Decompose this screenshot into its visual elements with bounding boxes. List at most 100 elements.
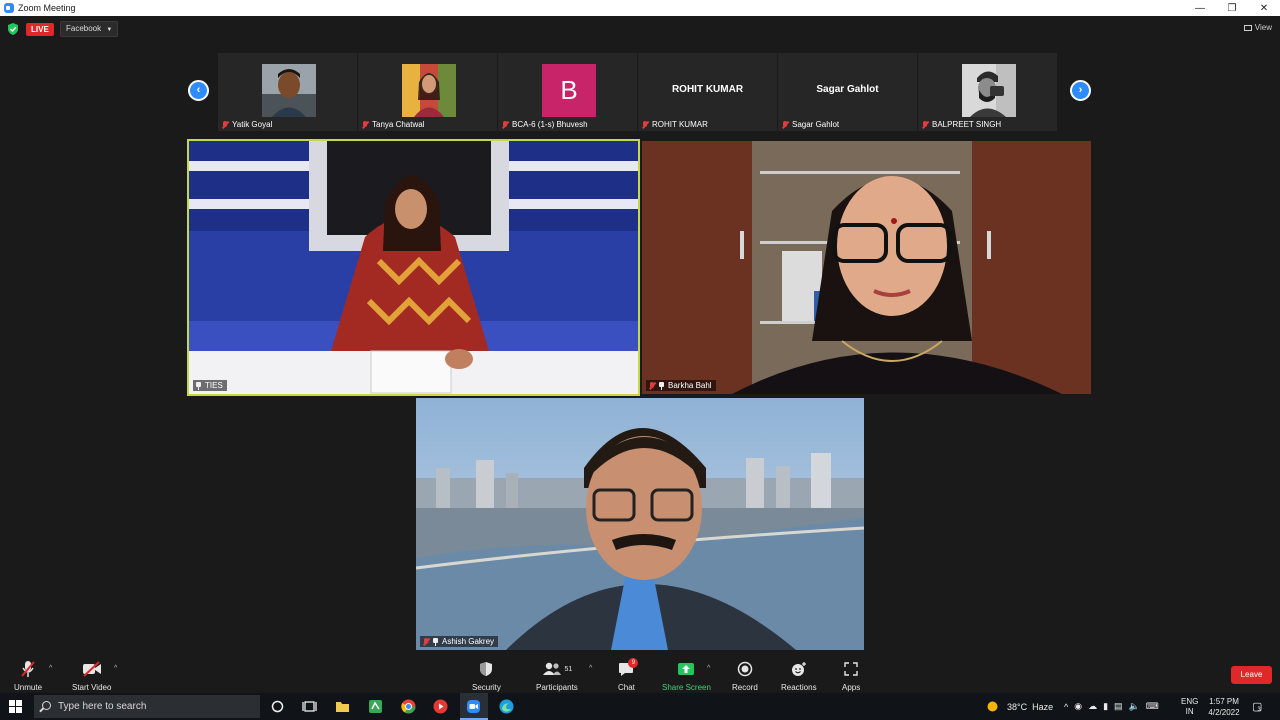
view-grid-icon bbox=[1243, 25, 1252, 31]
chevron-up-icon[interactable]: ^ bbox=[1064, 702, 1068, 712]
video-tile[interactable]: Barkha Bahl bbox=[642, 141, 1091, 394]
weather-text: 38°C Haze bbox=[1007, 701, 1054, 712]
participant-initial-avatar: B bbox=[542, 64, 596, 117]
power-icon[interactable]: ▮ bbox=[1103, 701, 1108, 712]
zoom-taskbar-active[interactable] bbox=[460, 693, 488, 720]
start-video-button[interactable]: Start Video bbox=[72, 659, 111, 692]
window-title: Zoom Meeting bbox=[18, 3, 76, 13]
language-indicator[interactable]: ENG IN bbox=[1181, 693, 1198, 720]
pin-icon bbox=[433, 637, 438, 646]
task-view-icon[interactable] bbox=[302, 699, 317, 714]
emoji-plus-icon bbox=[790, 659, 808, 679]
edge-icon[interactable] bbox=[499, 699, 514, 714]
shield-icon bbox=[479, 659, 493, 679]
participants-options-caret[interactable]: ^ bbox=[589, 665, 592, 672]
keyboard-icon[interactable]: ⌨ bbox=[1146, 701, 1159, 712]
strip-next-arrow[interactable]: › bbox=[1070, 80, 1091, 101]
windows-start-icon[interactable] bbox=[9, 700, 22, 713]
meet-now-icon[interactable]: ◉ bbox=[1074, 701, 1082, 712]
restore-icon[interactable]: ❐ bbox=[1216, 0, 1248, 16]
record-button[interactable]: Record bbox=[732, 659, 758, 692]
video-feed bbox=[189, 141, 638, 394]
participant-display-name: Sagar Gahlot bbox=[816, 84, 879, 95]
haze-sun-icon bbox=[987, 701, 998, 712]
clock[interactable]: 1:57 PM 4/2/2022 bbox=[1206, 693, 1242, 720]
close-icon[interactable]: ✕ bbox=[1248, 0, 1280, 16]
minimize-icon[interactable]: — bbox=[1184, 0, 1216, 16]
video-options-caret[interactable]: ^ bbox=[114, 665, 117, 672]
livestream-target-dropdown[interactable]: Facebook ▼ bbox=[60, 21, 119, 37]
meeting-toolbar: Unmute ^ Start Video ^ Security 51 Parti… bbox=[0, 655, 1280, 693]
onedrive-cloud-icon[interactable]: ☁ bbox=[1088, 701, 1097, 712]
video-tile[interactable]: Ashish Gakrey bbox=[416, 398, 864, 650]
participant-thumb[interactable]: Yatik Goyal bbox=[218, 53, 357, 131]
live-badge[interactable]: LIVE bbox=[26, 23, 54, 36]
unmute-button[interactable]: Unmute bbox=[14, 659, 42, 692]
clock-time: 1:57 PM bbox=[1209, 696, 1239, 706]
meeting-topbar: LIVE Facebook ▼ View bbox=[0, 16, 1280, 42]
participant-display-name: ROHIT KUMAR bbox=[671, 84, 744, 95]
security-button[interactable]: Security bbox=[472, 659, 501, 692]
participant-thumb[interactable]: BALPREET SINGH bbox=[918, 53, 1057, 131]
os-taskbar: Type here to search 38°C Haze ^ ◉ ☁ ▮ ▤ … bbox=[0, 693, 1280, 720]
taskbar-search-input[interactable]: Type here to search bbox=[34, 695, 260, 718]
apps-button[interactable]: Apps bbox=[842, 659, 860, 692]
participant-thumb[interactable]: ROHIT KUMAR ROHIT KUMAR bbox=[638, 53, 777, 131]
participant-name-label: Tanya Chatwal bbox=[362, 120, 424, 129]
notification-count: 3 bbox=[1257, 706, 1261, 713]
participant-name-label: BALPREET SINGH bbox=[922, 120, 1001, 129]
participant-name-label: ROHIT KUMAR bbox=[642, 120, 708, 129]
chat-button[interactable]: 9 Chat bbox=[618, 658, 639, 692]
share-screen-icon bbox=[677, 659, 695, 679]
view-button[interactable]: View bbox=[1243, 23, 1272, 32]
zoom-app-icon bbox=[467, 700, 480, 713]
app-green-icon[interactable] bbox=[368, 699, 383, 714]
search-icon bbox=[42, 701, 51, 710]
video-tile-name-label: Barkha Bahl bbox=[646, 380, 716, 391]
participant-thumb[interactable]: Sagar Gahlot Sagar Gahlot bbox=[778, 53, 917, 131]
livestream-target-label: Facebook bbox=[66, 24, 102, 33]
participant-name-label: Yatik Goyal bbox=[222, 120, 272, 129]
mic-muted-icon bbox=[649, 381, 655, 390]
chat-unread-badge: 9 bbox=[628, 658, 639, 668]
participant-thumb[interactable]: Tanya Chatwal bbox=[358, 53, 497, 131]
mic-muted-icon bbox=[222, 120, 228, 129]
mic-muted-icon bbox=[922, 120, 928, 129]
leave-button[interactable]: Leave bbox=[1231, 666, 1272, 684]
zoom-logo-icon bbox=[4, 3, 14, 13]
video-feed bbox=[642, 141, 1091, 394]
record-icon bbox=[737, 659, 753, 679]
participant-name-label: Sagar Gahlot bbox=[782, 120, 839, 129]
reactions-button[interactable]: Reactions bbox=[781, 659, 817, 692]
file-explorer-icon[interactable] bbox=[335, 699, 350, 714]
media-player-icon[interactable] bbox=[433, 699, 448, 714]
network-icon[interactable]: ▤ bbox=[1114, 701, 1123, 712]
video-feed bbox=[416, 398, 864, 650]
participant-photo bbox=[962, 64, 1016, 117]
participant-thumb[interactable]: B BCA-6 (1-s) Bhuvesh bbox=[498, 53, 637, 131]
chevron-down-icon: ▼ bbox=[106, 27, 113, 33]
mic-muted-icon bbox=[423, 637, 429, 646]
video-tile-name-label: Ashish Gakrey bbox=[420, 636, 499, 647]
taskbar-search-placeholder: Type here to search bbox=[58, 701, 147, 712]
share-screen-button[interactable]: Share Screen bbox=[662, 659, 711, 692]
encryption-shield-icon[interactable] bbox=[7, 23, 19, 35]
share-options-caret[interactable]: ^ bbox=[707, 665, 710, 672]
view-label: View bbox=[1254, 23, 1272, 32]
clock-date: 4/2/2022 bbox=[1208, 707, 1240, 717]
audio-options-caret[interactable]: ^ bbox=[49, 665, 52, 672]
mic-muted-icon bbox=[502, 120, 508, 129]
mic-muted-icon bbox=[362, 120, 368, 129]
weather-widget[interactable]: 38°C Haze bbox=[986, 693, 1053, 720]
participants-count: 51 bbox=[564, 665, 573, 673]
participants-icon: 51 bbox=[542, 659, 573, 679]
notifications-button[interactable]: ▢ 3 bbox=[1252, 693, 1262, 720]
volume-icon[interactable]: 🔈 bbox=[1129, 701, 1140, 712]
pin-icon bbox=[659, 381, 664, 390]
video-tile-active-speaker[interactable]: TIES bbox=[187, 139, 640, 396]
chrome-icon[interactable] bbox=[401, 699, 416, 714]
strip-prev-arrow[interactable]: ‹ bbox=[188, 80, 209, 101]
cortana-icon[interactable] bbox=[270, 699, 285, 714]
participants-button[interactable]: 51 Participants bbox=[536, 659, 578, 692]
video-tile-name-label: TIES bbox=[193, 380, 227, 391]
